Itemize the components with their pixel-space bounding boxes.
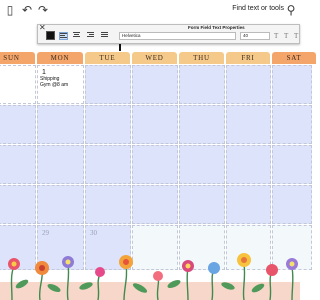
text-style-icon[interactable]: T bbox=[294, 32, 298, 40]
align-center-icon[interactable] bbox=[73, 32, 82, 40]
form-field-cell[interactable] bbox=[85, 185, 131, 224]
form-field-cell[interactable] bbox=[132, 65, 178, 104]
font-family-select[interactable]: Helvetica bbox=[119, 32, 236, 40]
form-field-cell[interactable] bbox=[0, 145, 36, 184]
form-field-cell[interactable] bbox=[132, 145, 178, 184]
close-icon[interactable]: ✕ bbox=[39, 23, 46, 32]
search-icon[interactable]: ⚲ bbox=[284, 3, 298, 17]
text-style-icon[interactable]: T bbox=[284, 32, 288, 40]
form-field-cell[interactable] bbox=[272, 105, 312, 144]
font-size-select[interactable]: 40 bbox=[240, 32, 270, 40]
day-header-sat: SAT bbox=[272, 52, 316, 64]
align-right-icon[interactable] bbox=[87, 32, 96, 40]
form-field-cell[interactable] bbox=[226, 145, 271, 184]
form-field-cell[interactable] bbox=[226, 105, 271, 144]
day-header-thu: THU bbox=[179, 52, 224, 64]
event-gym: Gym @8 am bbox=[40, 82, 69, 88]
day-header-mon: MON bbox=[37, 52, 83, 64]
form-field-cell[interactable] bbox=[0, 105, 36, 144]
form-field-cell[interactable] bbox=[132, 185, 178, 224]
form-field-cell[interactable] bbox=[85, 145, 131, 184]
panel-title: Form Field Text Properties bbox=[188, 25, 245, 30]
form-field-cell[interactable] bbox=[85, 65, 131, 104]
form-field-cell[interactable] bbox=[272, 65, 312, 104]
form-field-cell[interactable] bbox=[272, 145, 312, 184]
text-color-swatch[interactable] bbox=[46, 31, 55, 40]
day-header-wed: WED bbox=[132, 52, 177, 64]
form-field-cell[interactable] bbox=[179, 105, 225, 144]
form-field-cell[interactable] bbox=[179, 185, 225, 224]
form-field-cell[interactable] bbox=[0, 185, 36, 224]
form-field-cell[interactable] bbox=[37, 145, 84, 184]
app-toolbar: ▯ ↶ ↷ Find text or tools ⚲ bbox=[0, 0, 300, 22]
document-icon[interactable]: ▯ bbox=[3, 3, 17, 17]
form-field-cell[interactable] bbox=[272, 185, 312, 224]
day-header-sun: SUN bbox=[0, 52, 35, 64]
form-field-cell[interactable] bbox=[179, 65, 225, 104]
form-field-cell[interactable] bbox=[37, 185, 84, 224]
day-cell[interactable] bbox=[0, 65, 36, 104]
form-field-cell[interactable] bbox=[85, 105, 131, 144]
align-left-icon[interactable] bbox=[59, 32, 68, 40]
day-header-fri: FRI bbox=[226, 52, 270, 64]
text-style-icon[interactable]: T bbox=[274, 32, 278, 40]
find-text-or-tools[interactable]: Find text or tools bbox=[232, 5, 284, 12]
form-field-text-properties-panel: ✕ Form Field Text Properties Helvetica 4… bbox=[37, 23, 300, 44]
date-number: 1 bbox=[42, 69, 46, 76]
undo-icon[interactable]: ↶ bbox=[20, 3, 34, 17]
date-number: 29 bbox=[42, 229, 49, 237]
align-justify-icon[interactable] bbox=[101, 32, 110, 40]
form-field-cell[interactable] bbox=[179, 145, 225, 184]
floral-border-illustration bbox=[0, 253, 300, 300]
text-cursor bbox=[119, 44, 121, 51]
form-field-cell[interactable] bbox=[37, 105, 84, 144]
date-number: 30 bbox=[90, 229, 97, 237]
form-field-cell[interactable] bbox=[226, 185, 271, 224]
redo-icon[interactable]: ↷ bbox=[36, 3, 50, 17]
form-field-cell[interactable] bbox=[226, 65, 271, 104]
day-cell-mon-1[interactable]: 1 Shipping Gym @8 am bbox=[37, 65, 84, 104]
day-header-tue: TUE bbox=[85, 52, 130, 64]
form-field-cell[interactable] bbox=[132, 105, 178, 144]
